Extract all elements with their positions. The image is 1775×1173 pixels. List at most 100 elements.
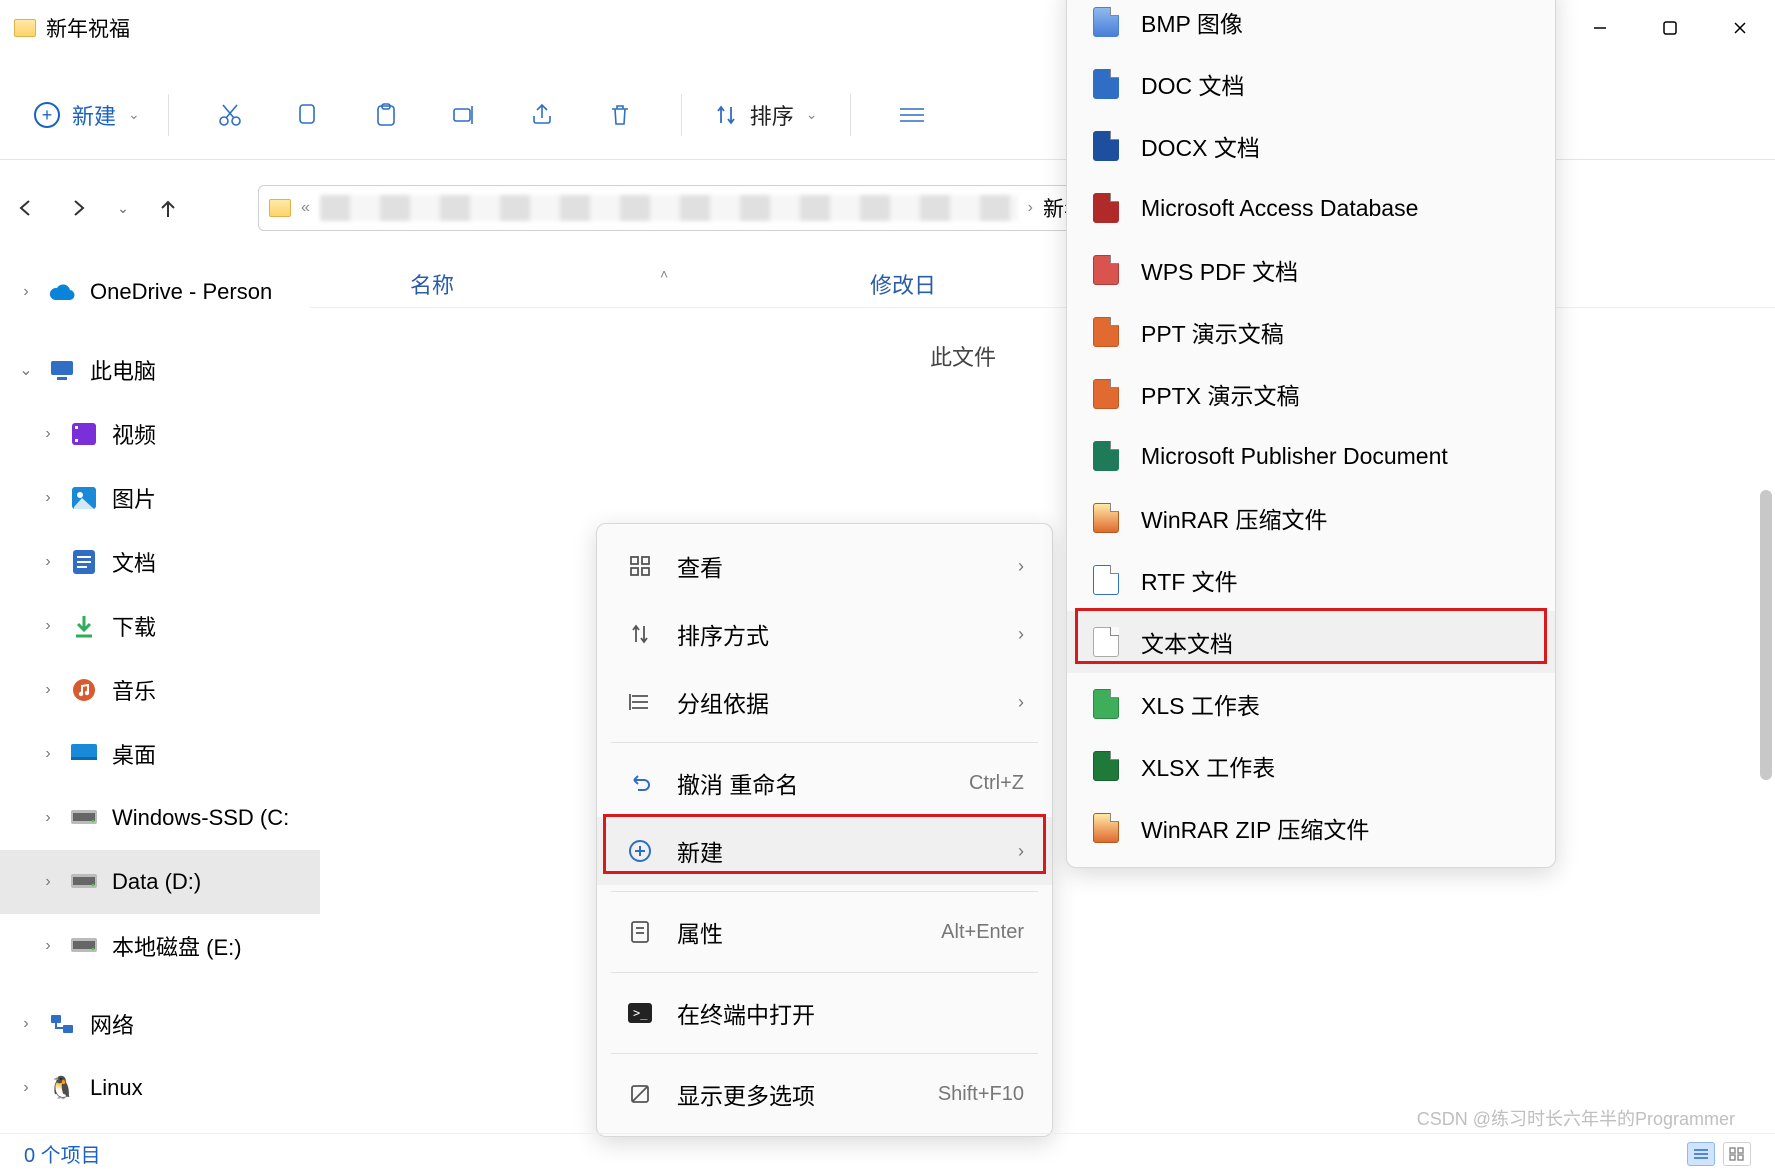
sidebar-item[interactable]: ›桌面 xyxy=(0,722,320,786)
submenu-label: PPTX 演示文稿 xyxy=(1141,377,1529,411)
linux-icon: 🐧 xyxy=(48,1075,76,1101)
chevron-icon: › xyxy=(40,681,56,699)
undo-icon xyxy=(625,772,655,794)
sidebar-item[interactable]: ›本地磁盘 (E:) xyxy=(0,914,320,978)
up-button[interactable] xyxy=(146,188,190,228)
chevron-down-icon: ⌄ xyxy=(806,106,818,123)
submenu-label: XLSX 工作表 xyxy=(1141,749,1529,783)
submenu-label: 文本文档 xyxy=(1141,625,1529,659)
share-icon[interactable] xyxy=(513,92,571,138)
divider xyxy=(611,742,1038,743)
submenu-item[interactable]: Microsoft Publisher Document xyxy=(1067,425,1555,487)
context-menu-item[interactable]: 属性Alt+Enter xyxy=(597,898,1052,966)
submenu-item[interactable]: 文本文档 xyxy=(1067,611,1555,673)
submenu-item[interactable]: Microsoft Access Database xyxy=(1067,177,1555,239)
sidebar: ›OneDrive - Person ⌄此电脑 › 视频 ›图片 › 文档 › 下载 ›音乐›桌面… xyxy=(0,260,320,1133)
window-buttons xyxy=(1565,3,1775,53)
new-submenu: BMP 图像DOC 文档DOCX 文档 Microsoft Access Data… xyxy=(1066,0,1556,868)
delete-icon[interactable] xyxy=(591,92,649,138)
submenu-item[interactable]: XLSX 工作表 xyxy=(1067,735,1555,797)
recent-button[interactable]: ⌄ xyxy=(108,188,138,228)
separator xyxy=(168,94,169,136)
image-icon xyxy=(70,485,98,511)
submenu-item[interactable]: BMP 图像 xyxy=(1067,0,1555,53)
context-menu: 查看›排序方式›分组依据› 撤消 重命名Ctrl+Z新建› 属性Alt+Enter >… xyxy=(596,523,1053,1137)
forward-button[interactable] xyxy=(56,188,100,228)
submenu-label: Microsoft Access Database xyxy=(1141,195,1529,222)
sidebar-item[interactable]: ›图片 xyxy=(0,466,320,530)
chevron-icon: › xyxy=(18,283,34,301)
sort-button[interactable]: 排序 ⌄ xyxy=(714,99,818,131)
chevron-right-icon: « xyxy=(301,199,310,217)
music-icon xyxy=(70,677,98,703)
submenu-label: RTF 文件 xyxy=(1141,563,1529,597)
context-menu-item[interactable]: 查看› xyxy=(597,532,1052,600)
cloud-icon xyxy=(48,279,76,305)
maximize-button[interactable] xyxy=(1635,3,1705,53)
chevron-icon: › xyxy=(40,553,56,571)
view-mode-buttons xyxy=(1687,1142,1751,1166)
sidebar-item[interactable]: › 下载 xyxy=(0,594,320,658)
submenu-item[interactable]: PPTX 演示文稿 xyxy=(1067,363,1555,425)
filetype-icon xyxy=(1093,751,1119,781)
submenu-item[interactable]: DOCX 文档 xyxy=(1067,115,1555,177)
new-button[interactable]: + 新建 ⌄ xyxy=(28,93,146,137)
view-icon[interactable] xyxy=(883,92,941,138)
submenu-item[interactable]: PPT 演示文稿 xyxy=(1067,301,1555,363)
sidebar-item[interactable]: ›Data (D:) xyxy=(0,850,320,914)
sidebar-item[interactable]: ›网络 xyxy=(0,992,320,1056)
net-icon xyxy=(48,1011,76,1037)
chevron-icon: › xyxy=(40,425,56,443)
sidebar-item[interactable]: ›🐧Linux xyxy=(0,1056,320,1120)
submenu-label: WPS PDF 文档 xyxy=(1141,253,1529,287)
sidebar-item[interactable]: ›Windows-SSD (C: xyxy=(0,786,320,850)
submenu-item[interactable]: WinRAR ZIP 压缩文件 xyxy=(1067,797,1555,859)
sidebar-item-label: 下载 xyxy=(112,610,156,642)
context-menu-item[interactable]: >_在终端中打开 xyxy=(597,979,1052,1047)
copy-icon[interactable] xyxy=(279,92,337,138)
separator xyxy=(681,94,682,136)
context-menu-item[interactable]: 分组依据› xyxy=(597,668,1052,736)
sidebar-item[interactable]: ⌄此电脑 xyxy=(0,338,320,402)
chevron-icon: › xyxy=(40,873,56,891)
chevron-right-icon: › xyxy=(1028,199,1033,217)
paste-icon[interactable] xyxy=(357,92,415,138)
submenu-item[interactable]: WPS PDF 文档 xyxy=(1067,239,1555,301)
sidebar-item[interactable]: › 文档 xyxy=(0,530,320,594)
chevron-right-icon: › xyxy=(1018,692,1024,713)
sidebar-item-label: 文档 xyxy=(112,546,156,578)
submenu-item[interactable]: WinRAR 压缩文件 xyxy=(1067,487,1555,549)
context-menu-item[interactable]: 新建› xyxy=(597,817,1052,885)
minimize-button[interactable] xyxy=(1565,3,1635,53)
column-name[interactable]: 名称 ˄ xyxy=(310,268,870,300)
video-icon xyxy=(70,421,98,447)
sidebar-item[interactable]: ›音乐 xyxy=(0,658,320,722)
pc-icon xyxy=(48,357,76,383)
download-icon xyxy=(70,613,98,639)
submenu-item[interactable]: DOC 文档 xyxy=(1067,53,1555,115)
folder-icon xyxy=(14,19,36,37)
sidebar-item-label: 视频 xyxy=(112,418,156,450)
context-menu-item[interactable]: 撤消 重命名Ctrl+Z xyxy=(597,749,1052,817)
back-button[interactable] xyxy=(4,188,48,228)
cut-icon[interactable] xyxy=(201,92,259,138)
icons-view-button[interactable] xyxy=(1723,1142,1751,1166)
filetype-icon xyxy=(1093,813,1119,843)
breadcrumb[interactable]: « › 新年祝福 xyxy=(258,185,1138,231)
sidebar-item[interactable]: ›OneDrive - Person xyxy=(0,260,320,324)
chevron-icon: › xyxy=(18,1015,34,1033)
close-button[interactable] xyxy=(1705,3,1775,53)
context-menu-item[interactable]: 排序方式› xyxy=(597,600,1052,668)
scrollbar-thumb[interactable] xyxy=(1760,490,1772,780)
drive-icon xyxy=(70,805,98,831)
submenu-item[interactable]: RTF 文件 xyxy=(1067,549,1555,611)
rename-icon[interactable] xyxy=(435,92,493,138)
chevron-icon: › xyxy=(40,617,56,635)
details-view-button[interactable] xyxy=(1687,1142,1715,1166)
divider xyxy=(611,1053,1038,1054)
sidebar-item[interactable]: › 视频 xyxy=(0,402,320,466)
sort-label: 排序 xyxy=(750,99,794,131)
submenu-item[interactable]: XLS 工作表 xyxy=(1067,673,1555,735)
context-menu-item[interactable]: 显示更多选项Shift+F10 xyxy=(597,1060,1052,1128)
sidebar-scrollbar[interactable] xyxy=(1757,240,1775,1113)
